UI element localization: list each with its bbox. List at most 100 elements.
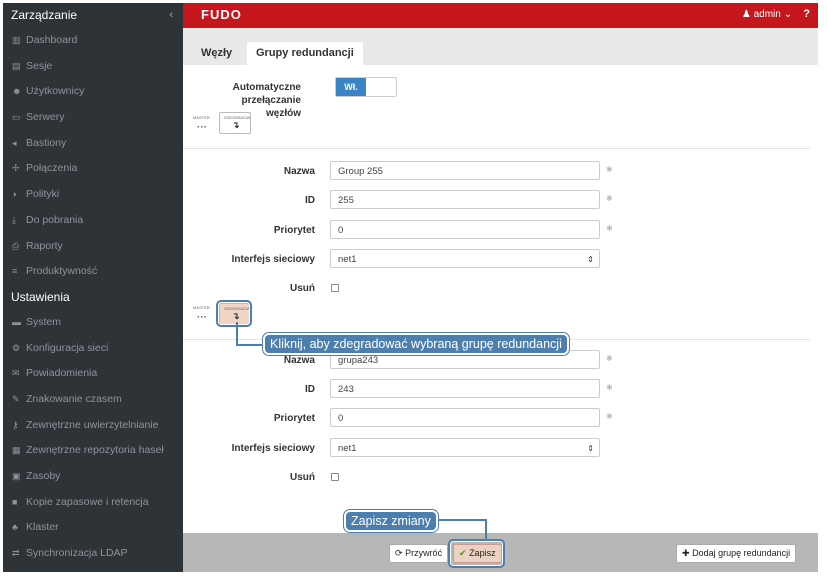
sidebar-item[interactable]: ▥ Dashboard [3, 28, 183, 54]
sidebar-item-label: Produktywność [26, 265, 98, 278]
download-icon: ⤓ [12, 214, 16, 225]
delete-checkbox[interactable] [331, 284, 339, 292]
degrade-highlight [216, 300, 252, 327]
sidebar-item[interactable]: ▬ System [3, 310, 183, 336]
interface-select[interactable]: net1 ⇕ [330, 249, 600, 268]
sidebar-item-label: Konfiguracja sieci [26, 341, 109, 354]
policies-icon: ◗ [12, 189, 18, 200]
sidebar-item[interactable]: ✎ Znakowanie czasem [3, 387, 183, 413]
name-label: Nazwa [283, 166, 315, 177]
collapse-sidebar-icon[interactable]: ‹ [169, 3, 173, 28]
help-button[interactable]: ? [803, 8, 810, 20]
node-dots-icon: ··· [197, 122, 207, 133]
sidebar-item[interactable]: ▭ Serwery [3, 105, 183, 131]
delete-checkbox[interactable] [331, 473, 339, 481]
sidebar-item[interactable]: ✉ Powiadomienia [3, 361, 183, 387]
refresh-icon: ⟳ [395, 548, 403, 558]
id-label: ID [305, 195, 315, 206]
sidebar-item[interactable]: ◂ Bastiony [3, 131, 183, 157]
sidebar-item[interactable]: ⚙ Konfiguracja sieci [3, 336, 183, 362]
cluster-icon: ♣ [12, 522, 18, 533]
sidebar-item[interactable]: ☻ Użytkownicy [3, 79, 183, 105]
notifications-icon: ✉ [12, 368, 20, 379]
network-icon: ⚙ [12, 342, 21, 353]
app-frame: Zarządzanie ‹ ▥ Dashboard ▤ Sesje ☻ Użytkowni… [3, 3, 818, 572]
user-menu[interactable]: ♟ admin ⌄ [742, 9, 792, 20]
select-arrow-icon: ⇕ [587, 444, 594, 453]
sidebar-item[interactable]: ▤ Sesje [3, 54, 183, 80]
sidebar-menu-management: ▥ Dashboard ▤ Sesje ☻ Użytkownicy ▭ Serwery ◂ Bas… [3, 28, 183, 285]
group-name-input[interactable]: Group 255 [330, 161, 600, 180]
priority-label: Priorytet [273, 225, 315, 236]
main-content: Automatyczne przełączanie węzłów Wł. MAS… [183, 65, 818, 533]
select-arrow-icon: ⇕ [587, 255, 594, 264]
sidebar-item-label: Połączenia [26, 162, 78, 175]
sidebar-item[interactable]: ◗ Polityki [3, 182, 183, 208]
user-icon: ♟ [741, 9, 751, 20]
sidebar-item[interactable]: ♣ Klaster [3, 515, 183, 541]
key-icon: ⚷ [12, 419, 19, 430]
sidebar-item[interactable]: ■ Kopie zapasowe i retencja [3, 490, 183, 516]
bastions-icon: ◂ [12, 137, 17, 148]
sidebar-item[interactable]: ▦ Zewnętrzne repozytoria haseł [3, 438, 183, 464]
sidebar-item-label: Znakowanie czasem [26, 392, 122, 405]
plus-icon: ✚ [682, 548, 690, 558]
degrade-group-button[interactable]: ZDEGRADOW ↴ [219, 112, 251, 134]
group-priority-input[interactable]: 0 [330, 408, 600, 427]
required-icon: ✱ [606, 354, 613, 363]
tab-redundancy-groups[interactable]: Grupy redundancji [247, 42, 363, 65]
interface-label: Interfejs sieciowy [231, 254, 315, 265]
auto-switch-toggle[interactable]: Wł. [335, 77, 397, 97]
servers-icon: ▭ [12, 112, 21, 123]
add-group-button[interactable]: ✚ Dodaj grupę redundancji [676, 544, 797, 563]
sidebar-item[interactable]: ⇄ Synchronizacja LDAP [3, 541, 183, 567]
save-highlight [448, 539, 505, 568]
callout-connector [236, 322, 238, 346]
callout-connector [485, 519, 487, 540]
delete-label: Usuń [290, 283, 315, 294]
sidebar-item[interactable]: ▣ Zasoby [3, 464, 183, 490]
required-icon: ✱ [606, 224, 613, 233]
sidebar-item[interactable]: ⚷ Zewnętrzne uwierzytelnianie [3, 413, 183, 439]
tab-nodes[interactable]: Węzły [201, 42, 232, 65]
sidebar-section-settings: Ustawienia [11, 289, 70, 304]
productivity-icon: ≡ [12, 266, 18, 277]
sidebar-item[interactable]: ≡ Produktywność [3, 259, 183, 285]
group-id-input[interactable]: 255 [330, 190, 600, 209]
sidebar-item-label: Zewnętrzne repozytoria haseł [26, 444, 164, 457]
interface-label: Interfejs sieciowy [231, 443, 315, 454]
resources-icon: ▣ [12, 471, 21, 481]
sidebar-menu-settings: ▬ System ⚙ Konfiguracja sieci ✉ Powiadomienia… [3, 310, 183, 567]
sidebar-item-label: Bastiony [26, 136, 67, 149]
footer-bar: ⟳ Przywróć ✔ Zapisz ✚ Dodaj grupę redund… [183, 533, 818, 572]
master-node-label: MASTER [193, 305, 210, 310]
required-icon: ✱ [606, 412, 613, 421]
sidebar-item-label: Synchronizacja LDAP [26, 547, 128, 560]
group-priority-input[interactable]: 0 [330, 220, 600, 239]
required-icon: ✱ [606, 194, 613, 203]
repository-icon: ▦ [12, 445, 21, 456]
sidebar-item-label: Do pobrania [26, 213, 84, 226]
sidebar-item-label: Sesje [26, 59, 53, 72]
master-node: MASTER ··· [193, 305, 213, 325]
sidebar-header: Zarządzanie ‹ [3, 3, 183, 28]
users-icon: ☻ [12, 86, 22, 97]
sidebar-item[interactable]: ⤓ Do pobrania [3, 208, 183, 234]
sync-icon: ⇄ [12, 548, 20, 559]
revert-button[interactable]: ⟳ Przywróć [389, 544, 449, 563]
interface-value: net1 [338, 254, 357, 265]
sidebar-item[interactable]: ⎙ Raporty [3, 234, 183, 260]
degrade-callout: Kliknij, aby zdegradować wybraną grupę r… [263, 333, 569, 355]
sidebar-item-label: System [26, 315, 62, 328]
id-label: ID [305, 384, 315, 395]
interface-value: net1 [338, 443, 357, 454]
sidebar-item-label: Serwery [26, 111, 65, 124]
top-bar: FUDO ♟ admin ⌄ ? [183, 3, 818, 28]
degrade-arrow-icon: ↴ [232, 120, 240, 130]
sidebar-item-label: Dashboard [26, 34, 78, 46]
interface-select[interactable]: net1 ⇕ [330, 438, 600, 457]
group-id-input[interactable]: 243 [330, 379, 600, 398]
master-node-label: MASTER [193, 115, 210, 120]
sidebar-item[interactable]: ✢ Połączenia [3, 156, 183, 182]
reports-icon: ⎙ [12, 240, 20, 251]
